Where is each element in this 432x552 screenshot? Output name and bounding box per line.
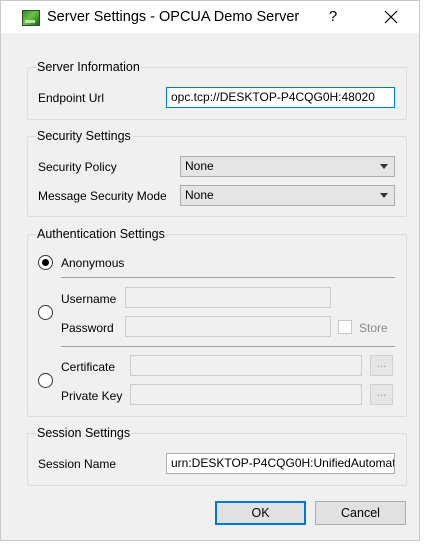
dropdown-arrow-icon: [380, 164, 388, 169]
message-security-mode-value: None: [185, 188, 214, 202]
help-button[interactable]: ?: [319, 5, 347, 29]
server-information-title: Server Information: [36, 60, 141, 74]
certificate-browse-button[interactable]: ...: [370, 355, 393, 376]
cancel-button[interactable]: Cancel: [315, 501, 406, 525]
close-icon: [384, 10, 398, 24]
session-settings-title: Session Settings: [36, 426, 132, 440]
server-information-group: Server Information Endpoint Url opc.tcp:…: [27, 60, 407, 120]
endpoint-url-input[interactable]: opc.tcp://DESKTOP-P4CQG0H:48020: [166, 87, 395, 108]
store-checkbox[interactable]: [338, 320, 352, 334]
separator: [61, 346, 395, 347]
dropdown-arrow-icon: [380, 193, 388, 198]
security-settings-group: Security Settings Security Policy None M…: [27, 129, 407, 217]
certificate-input[interactable]: [130, 355, 362, 376]
message-security-mode-label: Message Security Mode: [38, 189, 167, 203]
opcua-app-icon: [22, 10, 40, 26]
session-settings-group: Session Settings Session Name urn:DESKTO…: [27, 426, 407, 486]
security-policy-value: None: [185, 159, 214, 173]
password-label: Password: [61, 321, 114, 335]
username-label: Username: [61, 292, 117, 306]
certificate-radio[interactable]: [38, 373, 53, 388]
password-input[interactable]: [125, 316, 331, 337]
session-name-label: Session Name: [38, 457, 117, 471]
session-name-input[interactable]: urn:DESKTOP-P4CQG0H:UnifiedAutomat: [166, 453, 395, 474]
window-title: Server Settings - OPCUA Demo Server: [47, 9, 300, 25]
security-policy-select[interactable]: None: [180, 156, 395, 177]
security-policy-label: Security Policy: [38, 160, 117, 174]
separator: [61, 277, 395, 278]
anonymous-radio[interactable]: [38, 255, 53, 270]
private-key-browse-button[interactable]: ...: [370, 384, 393, 405]
private-key-input[interactable]: [130, 384, 362, 405]
anonymous-label[interactable]: Anonymous: [61, 256, 124, 270]
certificate-label: Certificate: [61, 360, 116, 374]
authentication-settings-group: Authentication Settings Anonymous Userna…: [27, 227, 407, 417]
ok-button[interactable]: OK: [215, 501, 306, 525]
server-settings-dialog: Server Settings - OPCUA Demo Server ? Se…: [0, 0, 420, 541]
username-radio[interactable]: [38, 305, 53, 320]
store-label: Store: [359, 321, 388, 335]
message-security-mode-select[interactable]: None: [180, 185, 395, 206]
title-bar[interactable]: Server Settings - OPCUA Demo Server ?: [1, 1, 419, 33]
authentication-settings-title: Authentication Settings: [36, 227, 166, 241]
username-input[interactable]: [125, 287, 331, 308]
private-key-label: Private Key: [61, 389, 123, 403]
endpoint-url-label: Endpoint Url: [38, 91, 105, 105]
security-settings-title: Security Settings: [36, 129, 132, 143]
close-button[interactable]: [371, 5, 411, 29]
